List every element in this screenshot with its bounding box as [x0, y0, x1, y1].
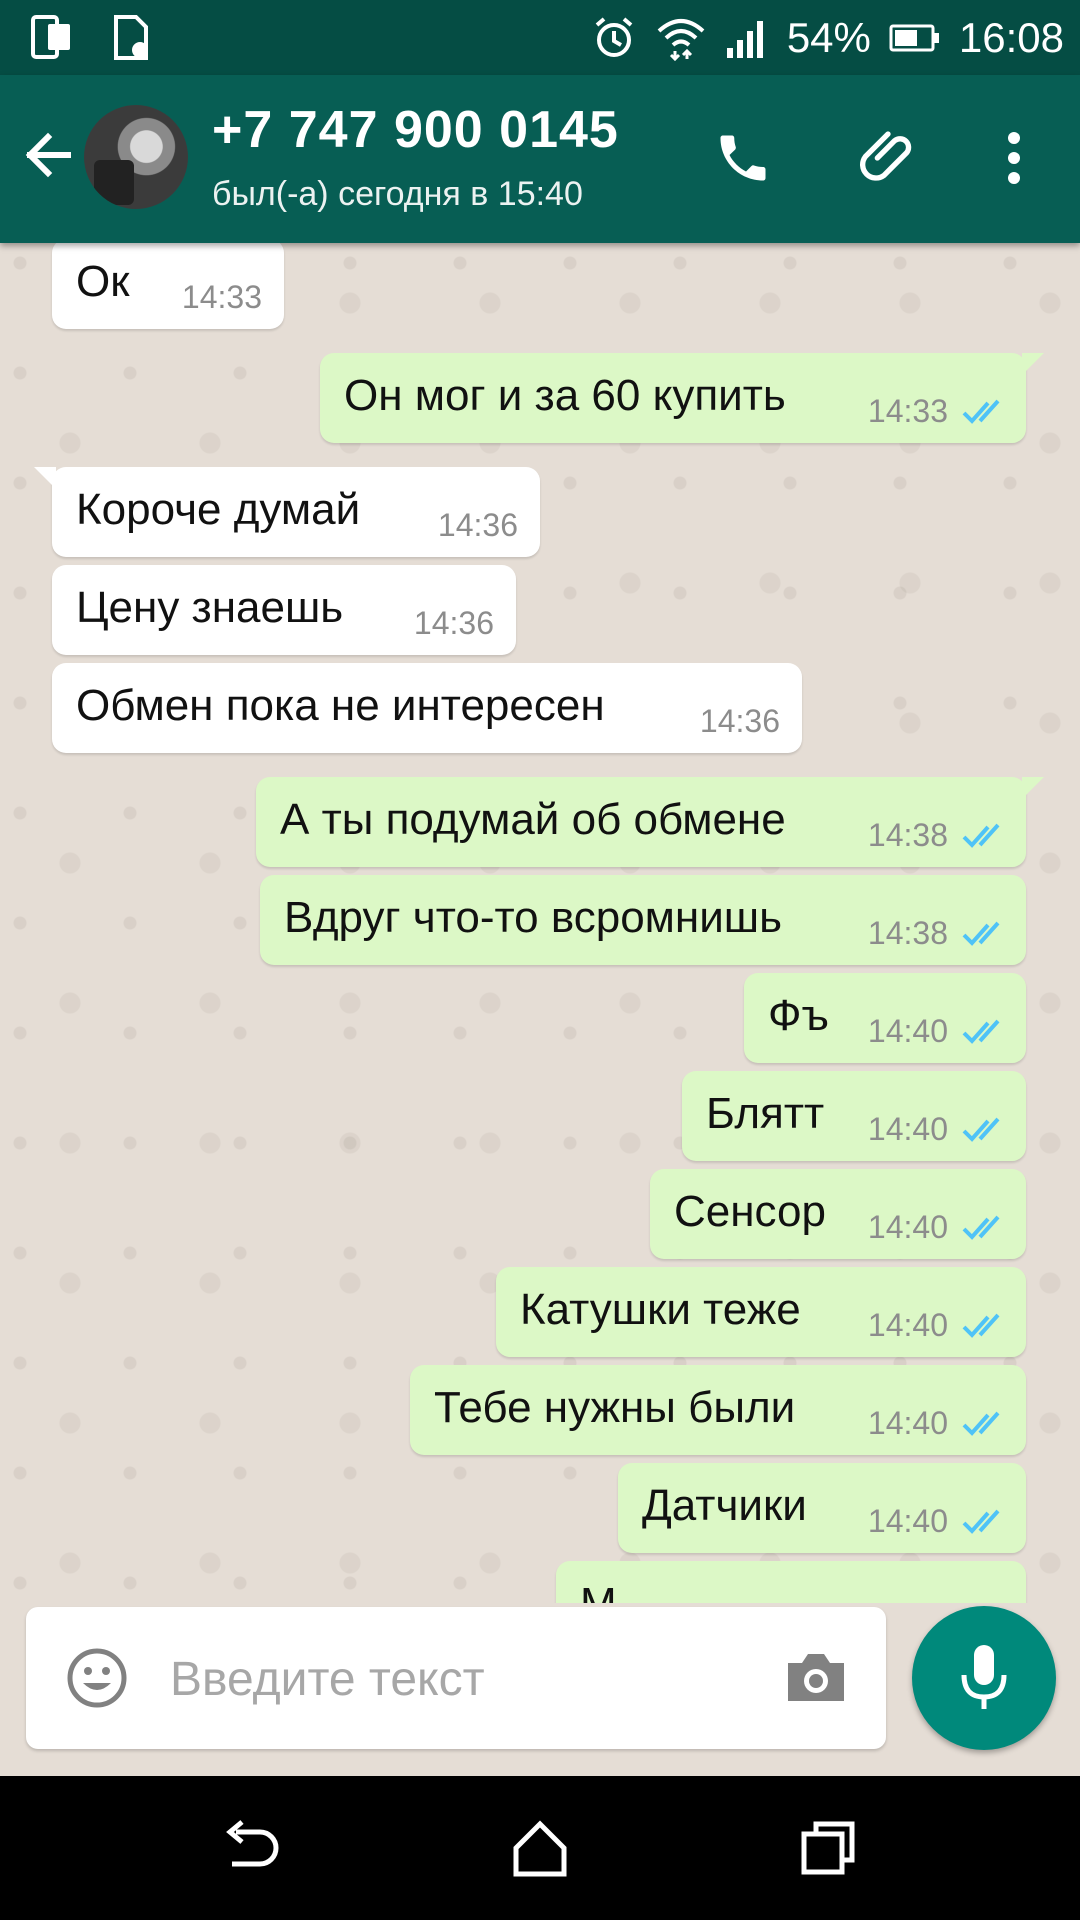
message-time: 14:38: [867, 915, 948, 951]
system-navigation-bar: [0, 1776, 1080, 1920]
message-text: Он мог и за 60 купить: [344, 371, 786, 420]
message-text: Обмен пока не интересен: [76, 681, 605, 730]
message-text: Катушки теже: [520, 1285, 801, 1334]
message-outgoing[interactable]: А ты подумай об обмене 14:38: [256, 777, 1044, 867]
message-text: А ты подумай об обмене: [280, 795, 786, 844]
wifi-icon: [657, 19, 705, 61]
message-time: 14:33: [867, 393, 948, 429]
arrow-left-icon: [25, 132, 71, 178]
message-text: Сенсор: [674, 1187, 826, 1236]
status-bar: 54% 16:08: [0, 0, 1080, 75]
message-time: 14:40: [867, 1503, 948, 1539]
message-composer: [26, 1607, 886, 1749]
camera-icon[interactable]: [784, 1649, 848, 1705]
message-incoming[interactable]: Обмен пока не интересен 14:36: [52, 663, 802, 753]
contact-name[interactable]: +7 747 900 0145: [212, 100, 619, 160]
message-time: 14:40: [867, 1405, 948, 1441]
more-options-button[interactable]: [976, 120, 1052, 196]
read-ticks-icon: [962, 1313, 1000, 1338]
message-list[interactable]: Ок 14:33 Он мог и за 60 купить 14:33 Кор…: [0, 243, 1080, 1603]
alarm-icon: [595, 17, 633, 57]
message-time: 14:40: [867, 1209, 948, 1245]
sim-settings-icon: [114, 15, 148, 60]
message-time: 14:36: [437, 507, 518, 543]
more-vertical-icon: [1008, 132, 1020, 184]
nav-back-icon[interactable]: [220, 1818, 284, 1878]
emoji-icon[interactable]: [66, 1647, 128, 1709]
message-outgoing[interactable]: Катушки теже 14:40: [496, 1267, 1026, 1357]
paperclip-icon: [860, 131, 912, 181]
nav-home-icon[interactable]: [508, 1818, 572, 1878]
message-outgoing[interactable]: Сенсор 14:40: [650, 1169, 1026, 1259]
message-time: 14:36: [413, 605, 494, 641]
message-outgoing[interactable]: Блятт 14:40: [682, 1071, 1026, 1161]
message-outgoing[interactable]: Фъ 14:40: [744, 973, 1026, 1063]
message-text: Цену знаешь: [76, 583, 344, 632]
message-outgoing[interactable]: Вдруг что-то всромнишь 14:38: [260, 875, 1026, 965]
call-button[interactable]: [705, 120, 781, 196]
read-ticks-icon: [962, 1117, 1000, 1142]
message-outgoing[interactable]: Датчики 14:40: [618, 1463, 1026, 1553]
message-time: 14:40: [867, 1013, 948, 1049]
message-input[interactable]: [168, 1635, 772, 1723]
microphone-icon: [961, 1645, 1007, 1709]
voice-record-button[interactable]: [912, 1606, 1056, 1750]
attach-button[interactable]: [850, 120, 926, 196]
message-time: 14:40: [867, 1307, 948, 1343]
message-text: Фъ: [768, 991, 829, 1040]
message-time: 14:38: [867, 817, 948, 853]
message-time: 14:36: [699, 703, 780, 739]
message-incoming[interactable]: Короче думай 14:36: [34, 467, 540, 557]
read-ticks-icon: [962, 1215, 1000, 1240]
message-outgoing[interactable]: Тебе нужны были 14:40: [410, 1365, 1026, 1455]
contact-avatar[interactable]: [84, 105, 188, 209]
message-text: Блятт: [706, 1089, 825, 1138]
phone-icon: [720, 135, 766, 181]
message-outgoing[interactable]: М: [556, 1561, 1026, 1603]
read-ticks-icon: [962, 1411, 1000, 1436]
last-seen-status: был(-а) сегодня в 15:40: [212, 175, 583, 213]
battery-percent: 54%: [786, 14, 871, 61]
message-text: Вдруг что-то всромнишь: [284, 893, 783, 942]
message-text: Тебе нужны были: [434, 1383, 796, 1432]
message-text: Ок: [76, 257, 130, 306]
message-incoming[interactable]: Цену знаешь 14:36: [52, 565, 516, 655]
read-ticks-icon: [962, 1019, 1000, 1044]
message-incoming[interactable]: Ок 14:33: [52, 243, 284, 329]
message-outgoing[interactable]: Он мог и за 60 купить 14:33: [320, 353, 1044, 443]
battery-icon: [889, 24, 939, 52]
message-text: М: [580, 1579, 617, 1603]
read-ticks-icon: [962, 921, 1000, 946]
nav-recents-icon[interactable]: [796, 1818, 860, 1878]
read-ticks-icon: [962, 1509, 1000, 1534]
clock: 16:08: [958, 14, 1064, 61]
read-ticks-icon: [962, 823, 1000, 848]
message-time: 14:33: [181, 279, 262, 315]
signal-icon: [726, 21, 763, 58]
message-text: Датчики: [642, 1481, 807, 1530]
dual-window-icon: [31, 15, 70, 59]
read-ticks-icon: [962, 399, 1000, 424]
back-button[interactable]: [18, 125, 78, 185]
message-text: Короче думай: [76, 485, 361, 534]
chat-header: +7 747 900 0145 был(-а) сегодня в 15:40: [0, 75, 1080, 243]
message-time: 14:40: [867, 1111, 948, 1147]
